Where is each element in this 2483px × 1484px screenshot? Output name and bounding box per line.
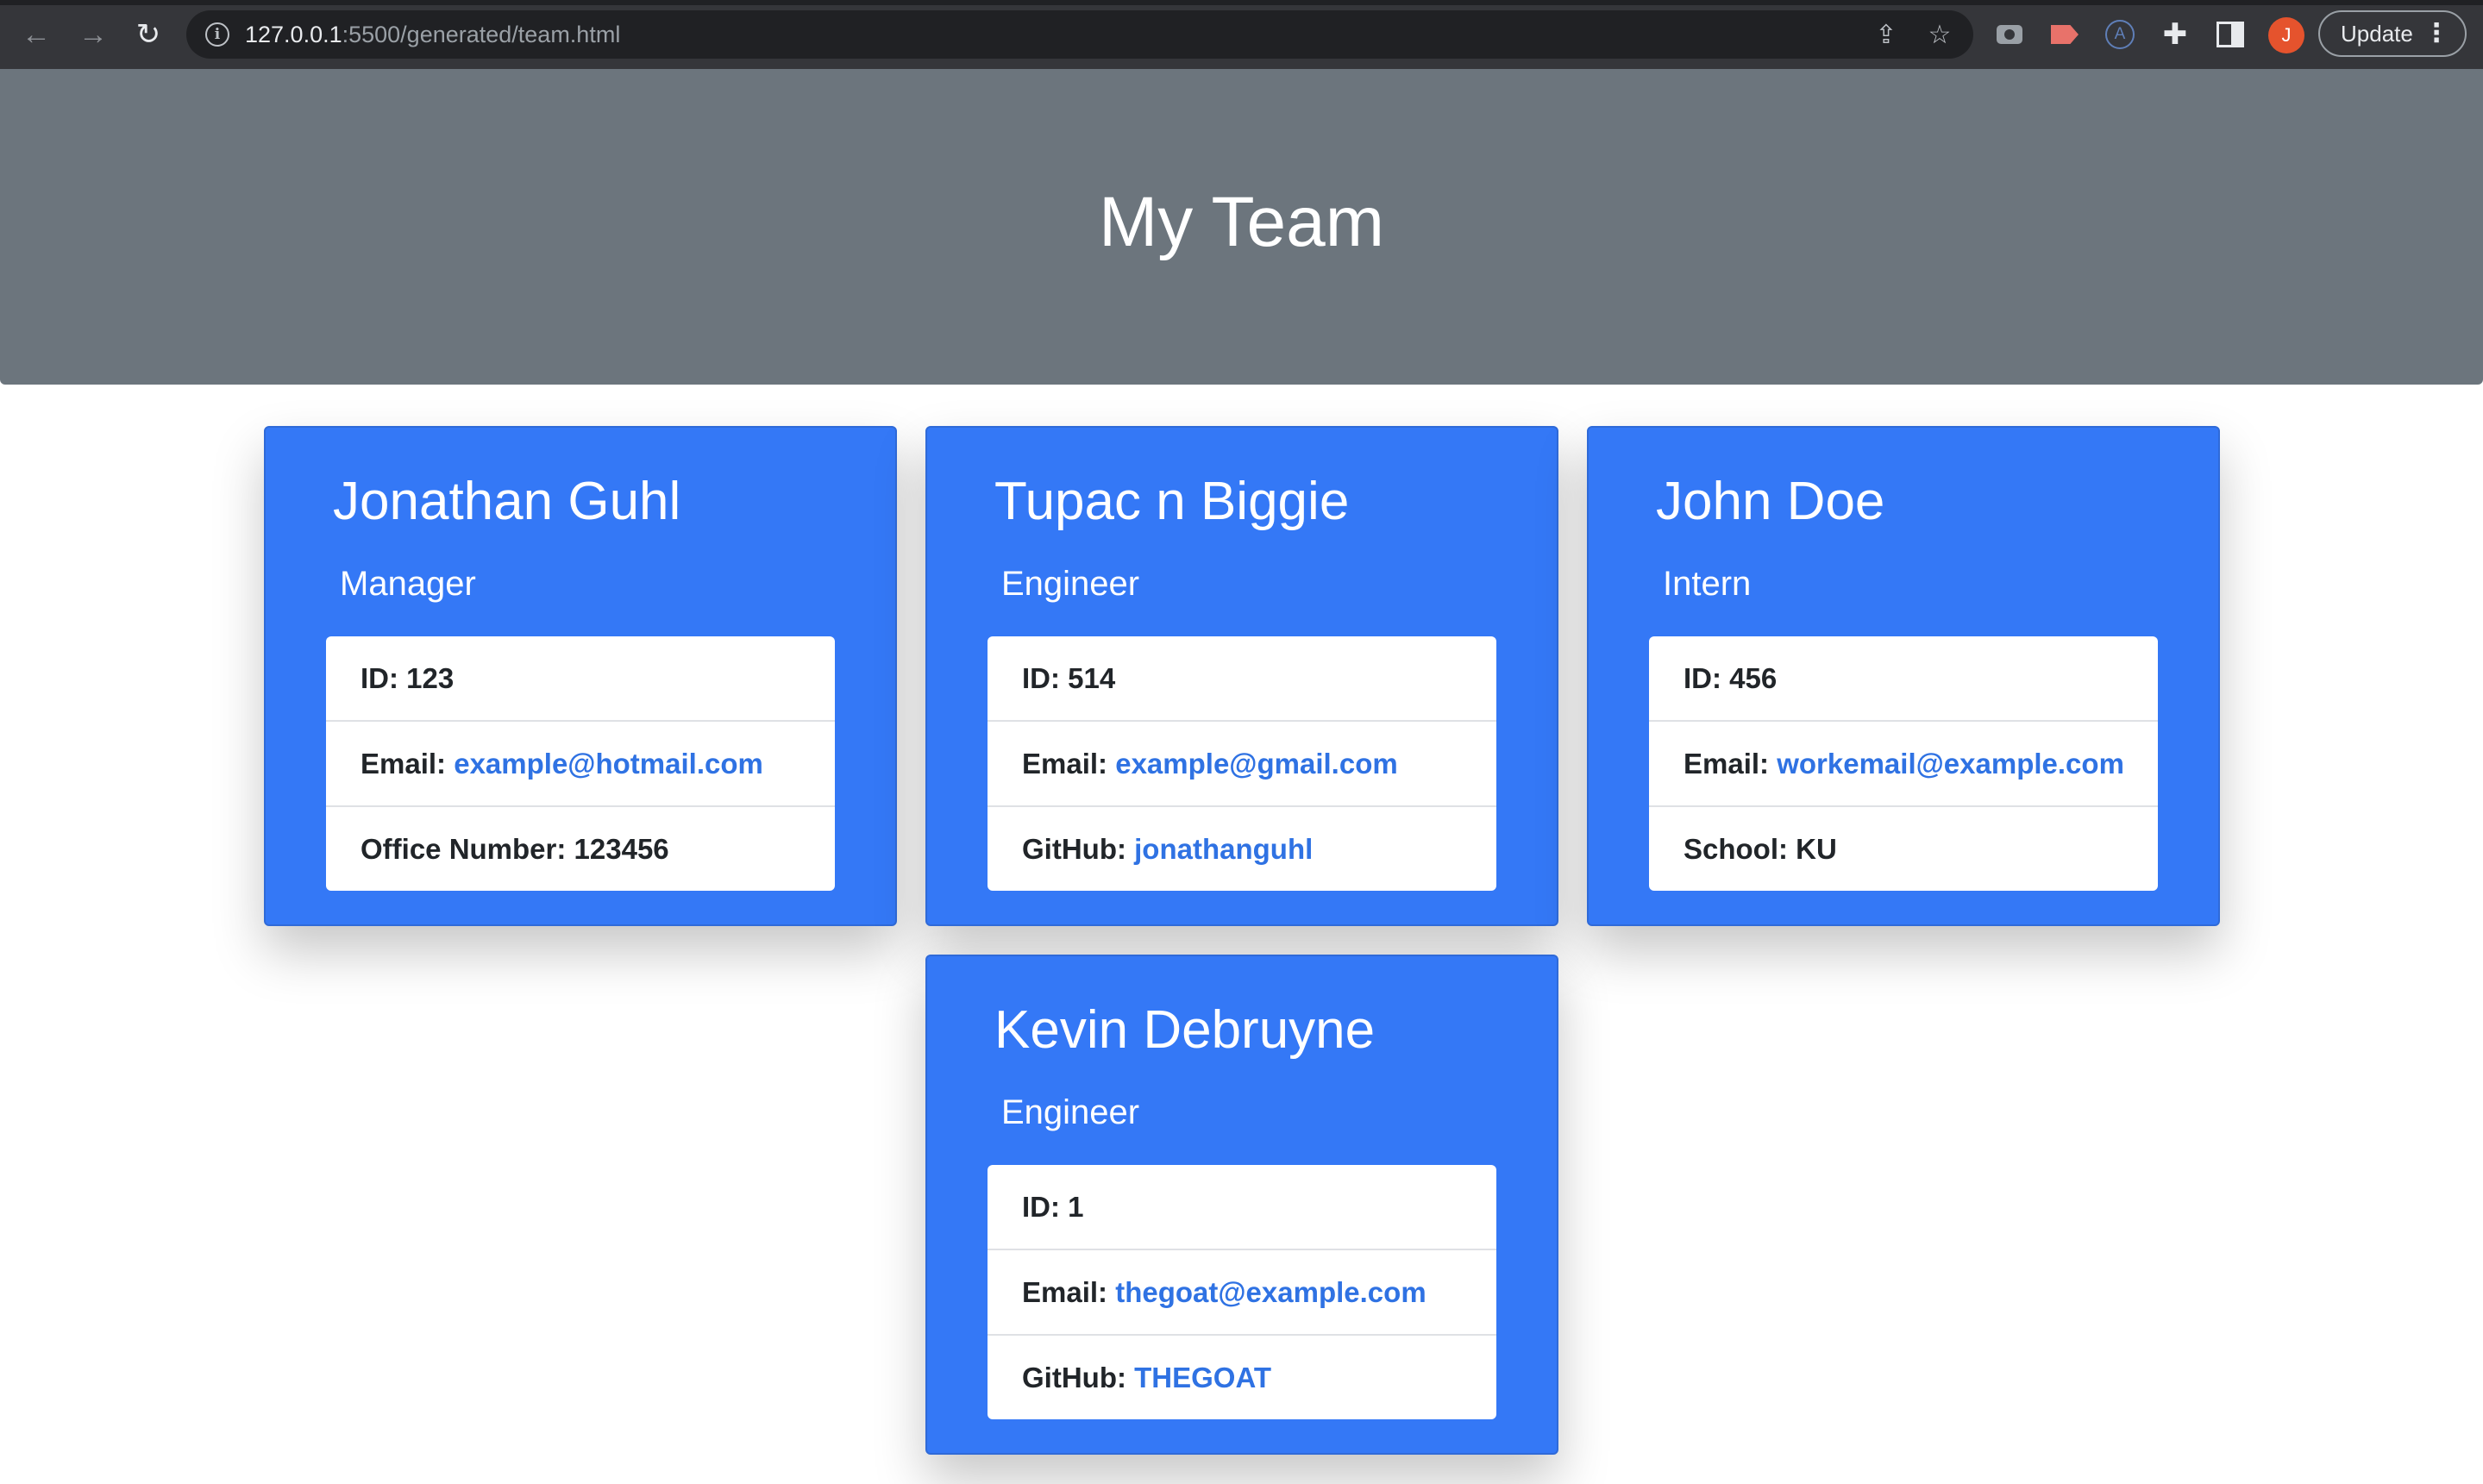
employee-role: Intern <box>1663 565 1752 603</box>
page-title: My Team <box>1098 183 1385 261</box>
employee-office-number: Office Number: 123456 <box>326 807 835 891</box>
bookmark-star-icon[interactable]: ☆ <box>1925 21 1954 50</box>
github-link[interactable]: THEGOAT <box>1134 1362 1271 1393</box>
employee-details-list: ID: 1 Email: thegoat@example.com GitHub:… <box>988 1165 1496 1419</box>
employee-card: Tupac n Biggie Engineer ID: 514 Email: e… <box>925 426 1558 926</box>
email-link[interactable]: workemail@example.com <box>1777 748 2124 780</box>
id-value: 514 <box>1068 662 1116 694</box>
employee-name: John Doe <box>1656 472 1885 531</box>
share-icon[interactable]: ⇪ <box>1872 21 1901 50</box>
employee-github: GitHub: jonathanguhl <box>988 807 1496 891</box>
id-label: ID: <box>1684 662 1721 694</box>
employee-name: Tupac n Biggie <box>994 472 1350 531</box>
employee-role: Engineer <box>1001 1093 1140 1131</box>
employee-card: Jonathan Guhl Manager ID: 123 Email: exa… <box>264 426 897 926</box>
email-link[interactable]: example@hotmail.com <box>454 748 763 780</box>
site-info-icon[interactable]: i <box>205 22 229 47</box>
employee-github: GitHub: THEGOAT <box>988 1336 1496 1419</box>
address-bar[interactable]: i 127.0.0.1:5500/generated/team.html ⇪ ☆ <box>186 10 1973 59</box>
employee-id: ID: 514 <box>988 636 1496 722</box>
email-label: Email: <box>1022 1276 1108 1308</box>
side-panel-icon[interactable] <box>2215 19 2246 50</box>
employee-role: Engineer <box>1001 565 1140 603</box>
employee-details-list: ID: 514 Email: example@gmail.com GitHub:… <box>988 636 1496 891</box>
forward-arrow-icon[interactable]: → <box>74 16 112 53</box>
update-button-label: Update <box>2341 21 2413 47</box>
email-link[interactable]: example@gmail.com <box>1115 748 1397 780</box>
employee-id: ID: 1 <box>988 1165 1496 1250</box>
id-label: ID: <box>361 662 398 694</box>
employee-id: ID: 456 <box>1649 636 2158 722</box>
extensions-puzzle-icon[interactable]: ✚ <box>2160 18 2191 51</box>
github-label: GitHub: <box>1022 1362 1126 1393</box>
tab-strip-edge <box>0 0 2483 5</box>
id-value: 123 <box>406 662 455 694</box>
employee-email: Email: workemail@example.com <box>1649 722 2158 807</box>
id-label: ID: <box>1022 1191 1060 1223</box>
employee-details-list: ID: 456 Email: workemail@example.com Sch… <box>1649 636 2158 891</box>
github-label: GitHub: <box>1022 833 1126 865</box>
employee-name: Kevin Debruyne <box>994 1000 1376 1060</box>
url-path: :5500/generated/team.html <box>342 22 621 47</box>
url-host: 127.0.0.1 <box>245 22 342 47</box>
employee-school: School: KU <box>1649 807 2158 891</box>
school-value: KU <box>1796 833 1837 865</box>
office-number-label: Office Number: <box>361 833 567 865</box>
screenshot-extension-icon[interactable] <box>1994 19 2025 50</box>
employee-details-list: ID: 123 Email: example@hotmail.com Offic… <box>326 636 835 891</box>
email-label: Email: <box>361 748 447 780</box>
employee-card: Kevin Debruyne Engineer ID: 1 Email: the… <box>925 955 1558 1455</box>
employee-email: Email: example@hotmail.com <box>326 722 835 807</box>
id-value: 1 <box>1068 1191 1084 1223</box>
office-number-value: 123456 <box>574 833 669 865</box>
page-header: My Team <box>0 69 2483 385</box>
browser-toolbar: ← → ↻ i 127.0.0.1:5500/generated/team.ht… <box>0 0 2483 69</box>
profile-avatar[interactable]: J <box>2268 17 2304 53</box>
employee-name: Jonathan Guhl <box>333 472 681 531</box>
employee-email: Email: thegoat@example.com <box>988 1250 1496 1336</box>
email-label: Email: <box>1684 748 1770 780</box>
email-link[interactable]: thegoat@example.com <box>1115 1276 1426 1308</box>
id-value: 456 <box>1729 662 1778 694</box>
update-button[interactable]: Update ⋮ <box>2318 10 2467 57</box>
screen-record-extension-icon[interactable] <box>2049 19 2080 50</box>
reload-icon[interactable]: ↻ <box>129 16 167 53</box>
email-label: Email: <box>1022 748 1108 780</box>
url-text[interactable]: 127.0.0.1:5500/generated/team.html <box>245 22 620 47</box>
back-arrow-icon[interactable]: ← <box>17 16 55 53</box>
a-extension-icon[interactable]: A <box>2104 19 2135 50</box>
school-label: School: <box>1684 833 1788 865</box>
employee-role: Manager <box>340 565 476 603</box>
employee-email: Email: example@gmail.com <box>988 722 1496 807</box>
id-label: ID: <box>1022 662 1060 694</box>
employee-card: John Doe Intern ID: 456 Email: workemail… <box>1587 426 2220 926</box>
browser-menu-icon[interactable]: ⋮ <box>2423 12 2449 55</box>
github-link[interactable]: jonathanguhl <box>1134 833 1313 865</box>
employee-id: ID: 123 <box>326 636 835 722</box>
